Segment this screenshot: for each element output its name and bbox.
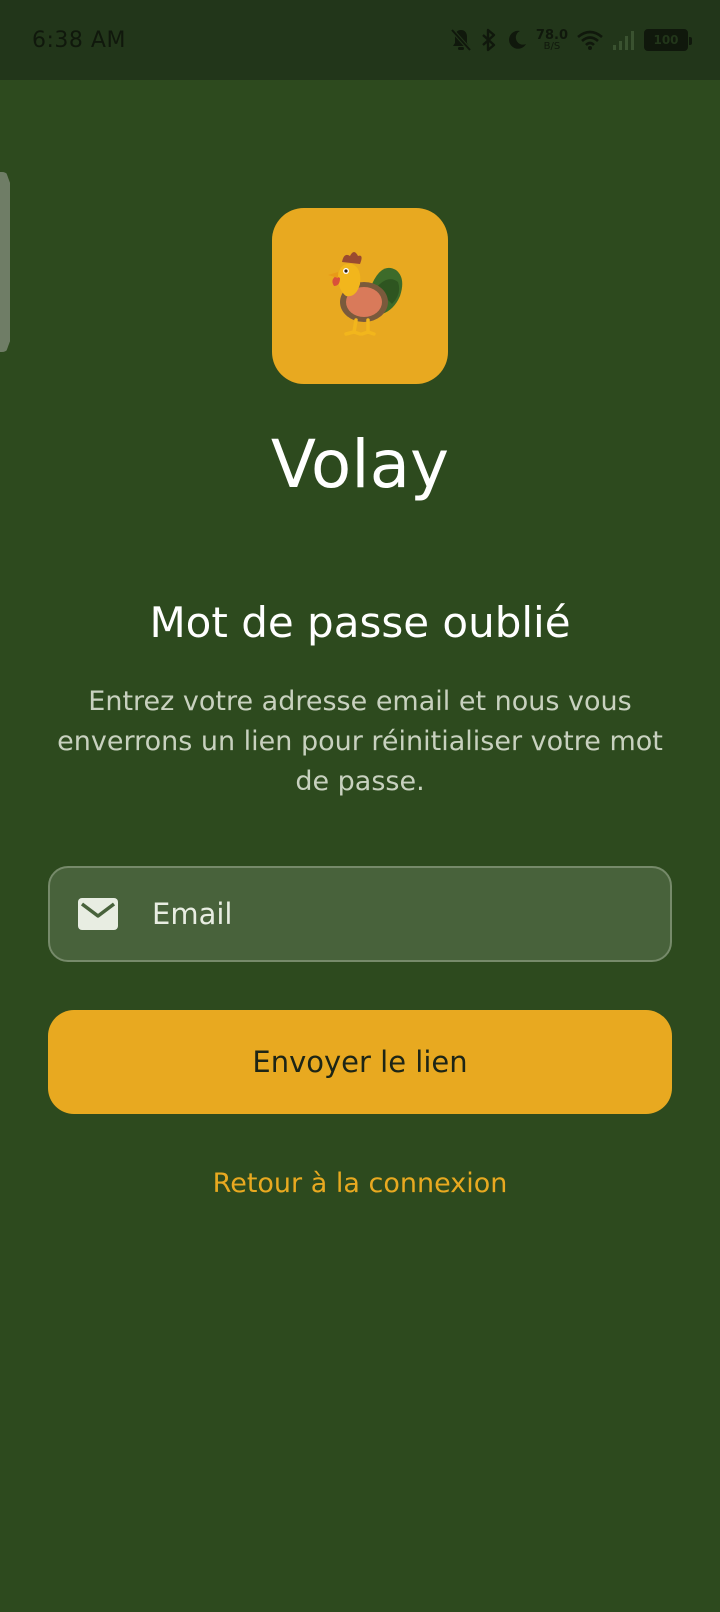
status-bar: 6:38 AM 78.0 B/S 100 bbox=[0, 0, 720, 80]
status-time: 6:38 AM bbox=[32, 27, 126, 53]
signal-icon bbox=[612, 29, 636, 51]
rooster-icon bbox=[310, 244, 410, 348]
page-description: Entrez votre adresse email et nous vous … bbox=[57, 686, 663, 797]
status-icons: 78.0 B/S 100 bbox=[450, 27, 692, 52]
page-title: Mot de passe oublié bbox=[149, 598, 571, 647]
app-logo bbox=[272, 208, 448, 384]
bell-off-icon bbox=[450, 28, 472, 52]
net-speed: 78.0 B/S bbox=[535, 27, 568, 52]
wifi-icon bbox=[576, 29, 604, 51]
bluetooth-icon bbox=[480, 28, 498, 52]
email-field[interactable] bbox=[48, 866, 672, 962]
forgot-password-screen: 6:38 AM 78.0 B/S 100 Volay Mot de passe … bbox=[0, 0, 720, 1612]
battery-icon: 100 bbox=[644, 29, 692, 51]
send-link-button[interactable]: Envoyer le lien bbox=[48, 1010, 672, 1114]
side-edge-handle[interactable] bbox=[0, 172, 10, 352]
email-input[interactable] bbox=[152, 868, 652, 960]
moon-icon bbox=[506, 29, 528, 51]
app-name: Volay bbox=[270, 426, 450, 503]
mail-icon bbox=[78, 898, 118, 934]
back-to-login-link[interactable]: Retour à la connexion bbox=[0, 1168, 720, 1199]
